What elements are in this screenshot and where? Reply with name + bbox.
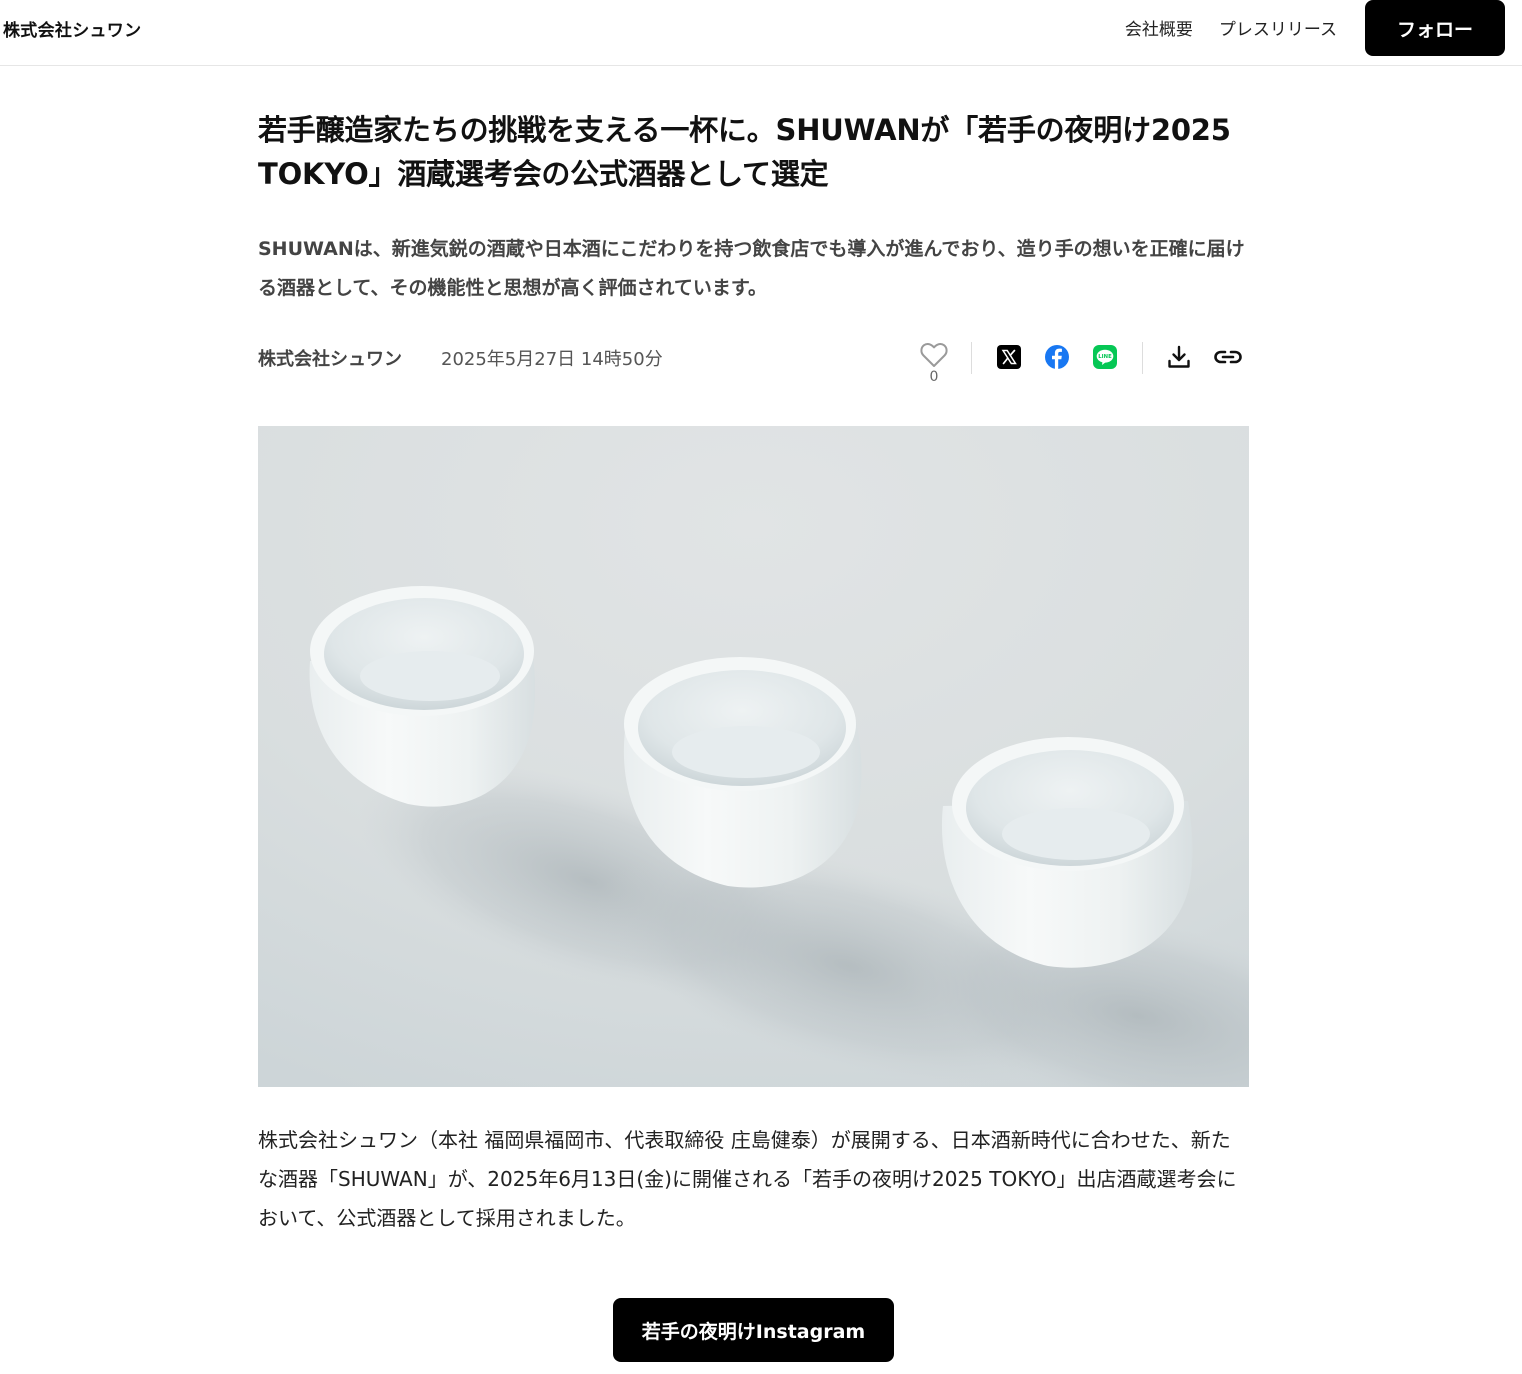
article-title: 若手醸造家たちの挑戦を支える一杯に。SHUWANが「若手の夜明け2025 TOK… bbox=[258, 113, 1231, 191]
share-x-button[interactable] bbox=[996, 344, 1022, 370]
follow-button[interactable]: フォロー bbox=[1365, 0, 1505, 56]
svg-text:LINE: LINE bbox=[1098, 354, 1112, 360]
article-meta: 株式会社シュワン 2025年5月27日 14時50分 0 LINE bbox=[258, 342, 1249, 392]
x-icon bbox=[997, 345, 1021, 369]
company-logo-link[interactable]: 株式会社シュワン bbox=[3, 16, 141, 41]
download-button[interactable] bbox=[1166, 344, 1192, 370]
nav-company-overview[interactable]: 会社概要 bbox=[1125, 15, 1193, 40]
site-header: 株式会社シュワン 会社概要 プレスリリース フォロー bbox=[0, 0, 1522, 66]
line-icon: LINE bbox=[1093, 345, 1117, 369]
nav-press-releases[interactable]: プレスリリース bbox=[1219, 15, 1337, 40]
facebook-icon bbox=[1045, 345, 1069, 369]
heart-icon bbox=[920, 342, 948, 367]
instagram-link-button[interactable]: 若手の夜明けInstagram bbox=[613, 1298, 894, 1362]
copy-link-button[interactable] bbox=[1213, 344, 1242, 370]
like-count: 0 bbox=[929, 369, 939, 385]
hero-image bbox=[258, 426, 1249, 1087]
link-icon bbox=[1214, 350, 1242, 364]
header-nav: 会社概要 プレスリリース bbox=[1125, 15, 1337, 40]
like-button[interactable]: 0 bbox=[918, 342, 950, 385]
publish-date: 2025年5月27日 14時50分 bbox=[441, 349, 663, 370]
article-lead: SHUWANは、新進気鋭の酒蔵や日本酒にこだわりを持つ飲食店でも導入が進んでおり… bbox=[258, 238, 1245, 299]
sake-cups-photo bbox=[258, 426, 1249, 1087]
article-body: 株式会社シュワン（本社 福岡県福岡市、代表取締役 庄島健泰）が展開する、日本酒新… bbox=[258, 1128, 1237, 1230]
company-name-link[interactable]: 株式会社シュワン bbox=[258, 345, 402, 371]
share-line-button[interactable]: LINE bbox=[1092, 344, 1118, 370]
share-facebook-button[interactable] bbox=[1044, 344, 1070, 370]
meta-divider bbox=[971, 342, 972, 374]
download-icon bbox=[1168, 345, 1190, 368]
meta-divider bbox=[1142, 342, 1143, 374]
